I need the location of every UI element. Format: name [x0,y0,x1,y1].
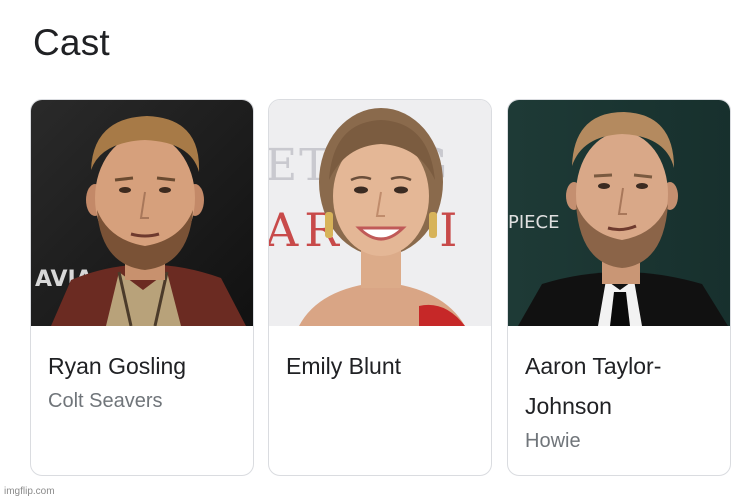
cast-card-ryan-gosling[interactable]: AVIA Ryan Gosling Colt Seavers [30,99,254,476]
section-title: Cast [33,22,110,63]
actor-photo-ryan-gosling[interactable]: AVIA [31,100,253,326]
backdrop-lettering: PIECE [508,212,559,233]
watermark: imgflip.com [4,486,55,497]
actor-name: Ryan Gosling [48,353,187,379]
actor-name: Emily Blunt [286,353,402,379]
cast-card-aaron-taylor-johnson[interactable]: PIECE Aaron Taylor- Johnson Howie [507,99,731,476]
character-name: Colt Seavers [48,390,163,412]
actor-photo-aaron-taylor-johnson[interactable]: PIECE [508,100,730,326]
cast-card-emily-blunt[interactable]: ETT AG AR M I [268,99,492,476]
actor-name-line2: Johnson [525,393,612,419]
actor-name: Aaron Taylor- Johnson [525,346,720,426]
cast-carousel: AVIA Ryan Gosling Colt Seavers ETT AR I … [30,99,735,477]
character-name: Howie [525,430,581,452]
actor-photo-emily-blunt[interactable]: ETT AG AR M I [269,100,491,326]
actor-name-line1: Aaron Taylor- [525,353,662,379]
